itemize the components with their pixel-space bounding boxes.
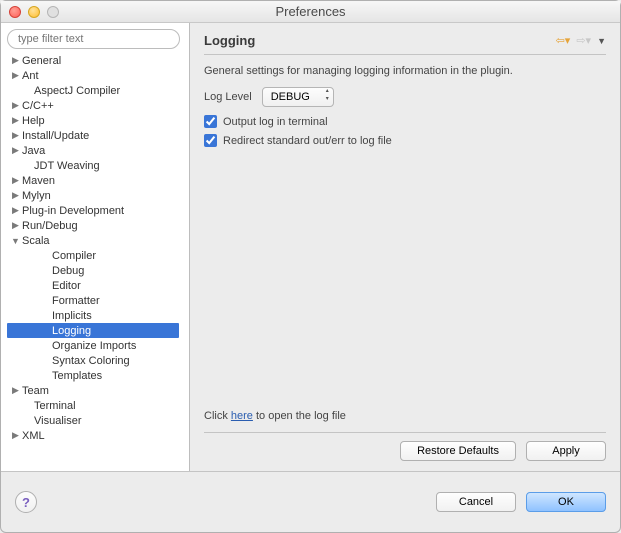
tree-item-label: Logging <box>52 325 91 337</box>
close-icon[interactable] <box>9 6 21 18</box>
tree-item-scala[interactable]: ▼Scala <box>7 233 187 248</box>
page-title: Logging <box>204 33 255 48</box>
tree-item-label: Organize Imports <box>52 340 136 352</box>
tree-item-label: Ant <box>22 70 39 82</box>
traffic-lights <box>1 6 59 18</box>
tree-item-team[interactable]: ▶Team <box>7 383 187 398</box>
chevron-right-icon[interactable]: ▶ <box>11 55 20 66</box>
tree-item-label: General <box>22 55 61 67</box>
tree-item-templates[interactable]: ▶Templates <box>7 368 187 383</box>
tree-item-visualiser[interactable]: ▶Visualiser <box>7 413 187 428</box>
chevron-right-icon[interactable]: ▶ <box>11 220 20 231</box>
tree-item-label: Implicits <box>52 310 92 322</box>
chevron-right-icon[interactable]: ▶ <box>11 115 20 126</box>
tree-item-maven[interactable]: ▶Maven <box>7 173 187 188</box>
tree-item-label: Visualiser <box>34 415 82 427</box>
tree-item-label: Help <box>22 115 45 127</box>
tree-item-label: Mylyn <box>22 190 51 202</box>
tree-item-mylyn[interactable]: ▶Mylyn <box>7 188 187 203</box>
tree-item-label: JDT Weaving <box>34 160 100 172</box>
tree-item-compiler[interactable]: ▶Compiler <box>7 248 187 263</box>
tree-item-label: Maven <box>22 175 55 187</box>
tree-item-ant[interactable]: ▶Ant <box>7 68 187 83</box>
tree-item-label: Scala <box>22 235 50 247</box>
chevron-right-icon[interactable]: ▶ <box>11 145 20 156</box>
chevron-down-icon[interactable]: ▼ <box>11 236 20 246</box>
nav-menu-icon[interactable]: ▼ <box>597 36 606 46</box>
window-title: Preferences <box>1 4 620 19</box>
minimize-icon[interactable] <box>28 6 40 18</box>
tree-item-organize-imports[interactable]: ▶Organize Imports <box>7 338 187 353</box>
chevron-right-icon[interactable]: ▶ <box>11 430 20 441</box>
tree-item-logging[interactable]: ▶Logging <box>7 323 179 338</box>
ok-button[interactable]: OK <box>526 492 606 512</box>
chevron-right-icon[interactable]: ▶ <box>11 100 20 111</box>
tree-item-label: Terminal <box>34 400 76 412</box>
zoom-icon[interactable] <box>47 6 59 18</box>
tree-item-label: Syntax Coloring <box>52 355 130 367</box>
chevron-right-icon[interactable]: ▶ <box>11 175 20 186</box>
apply-button[interactable]: Apply <box>526 441 606 461</box>
tree-item-general[interactable]: ▶General <box>7 53 187 68</box>
tree-item-label: Install/Update <box>22 130 89 142</box>
tree-item-c-c-[interactable]: ▶C/C++ <box>7 98 187 113</box>
tree-item-label: Java <box>22 145 45 157</box>
tree-item-aspectj-compiler[interactable]: ▶AspectJ Compiler <box>7 83 187 98</box>
tree-item-label: Formatter <box>52 295 100 307</box>
open-log-line: Click here to open the log file <box>204 410 606 422</box>
log-level-label: Log Level <box>204 91 252 103</box>
output-terminal-checkbox[interactable] <box>204 115 217 128</box>
tree-item-xml[interactable]: ▶XML <box>7 428 187 443</box>
tree-item-label: C/C++ <box>22 100 54 112</box>
redirect-stdout-checkbox[interactable] <box>204 134 217 147</box>
chevron-right-icon[interactable]: ▶ <box>11 130 20 141</box>
tree-item-debug[interactable]: ▶Debug <box>7 263 187 278</box>
tree-item-label: XML <box>22 430 45 442</box>
tree-item-terminal[interactable]: ▶Terminal <box>7 398 187 413</box>
tree-item-java[interactable]: ▶Java <box>7 143 187 158</box>
help-icon[interactable]: ? <box>15 491 37 513</box>
tree-item-label: Templates <box>52 370 102 382</box>
tree-item-syntax-coloring[interactable]: ▶Syntax Coloring <box>7 353 187 368</box>
preference-tree: ▶General▶Ant▶AspectJ Compiler▶C/C++▶Help… <box>7 53 187 443</box>
tree-item-formatter[interactable]: ▶Formatter <box>7 293 187 308</box>
cancel-button[interactable]: Cancel <box>436 492 516 512</box>
nav-forward-icon: ⇨▾ <box>576 34 591 47</box>
chevron-right-icon[interactable]: ▶ <box>11 190 20 201</box>
tree-item-label: Team <box>22 385 49 397</box>
sidebar: ▶General▶Ant▶AspectJ Compiler▶C/C++▶Help… <box>1 23 190 471</box>
tree-item-label: Editor <box>52 280 81 292</box>
log-level-select[interactable]: DEBUG <box>262 87 334 107</box>
nav-back-icon[interactable]: ⇦▾ <box>556 34 571 47</box>
tree-item-label: Debug <box>52 265 84 277</box>
tree-item-plug-in-development[interactable]: ▶Plug-in Development <box>7 203 187 218</box>
titlebar: Preferences <box>1 1 620 23</box>
tree-item-label: Plug-in Development <box>22 205 124 217</box>
restore-defaults-button[interactable]: Restore Defaults <box>400 441 516 461</box>
tree-item-label: Compiler <box>52 250 96 262</box>
output-terminal-label: Output log in terminal <box>223 116 328 128</box>
chevron-right-icon[interactable]: ▶ <box>11 385 20 396</box>
tree-item-jdt-weaving[interactable]: ▶JDT Weaving <box>7 158 187 173</box>
chevron-right-icon[interactable]: ▶ <box>11 70 20 81</box>
page-description: General settings for managing logging in… <box>204 65 606 77</box>
tree-item-help[interactable]: ▶Help <box>7 113 187 128</box>
tree-item-label: AspectJ Compiler <box>34 85 120 97</box>
tree-item-install-update[interactable]: ▶Install/Update <box>7 128 187 143</box>
footer: ? Cancel OK <box>1 471 620 532</box>
open-log-link[interactable]: here <box>231 410 253 422</box>
tree-item-editor[interactable]: ▶Editor <box>7 278 187 293</box>
chevron-right-icon[interactable]: ▶ <box>11 205 20 216</box>
filter-input[interactable] <box>7 29 180 49</box>
tree-item-run-debug[interactable]: ▶Run/Debug <box>7 218 187 233</box>
redirect-stdout-label: Redirect standard out/err to log file <box>223 135 392 147</box>
main-panel: Logging ⇦▾ ⇨▾ ▼ General settings for man… <box>190 23 620 471</box>
tree-item-implicits[interactable]: ▶Implicits <box>7 308 187 323</box>
tree-item-label: Run/Debug <box>22 220 78 232</box>
